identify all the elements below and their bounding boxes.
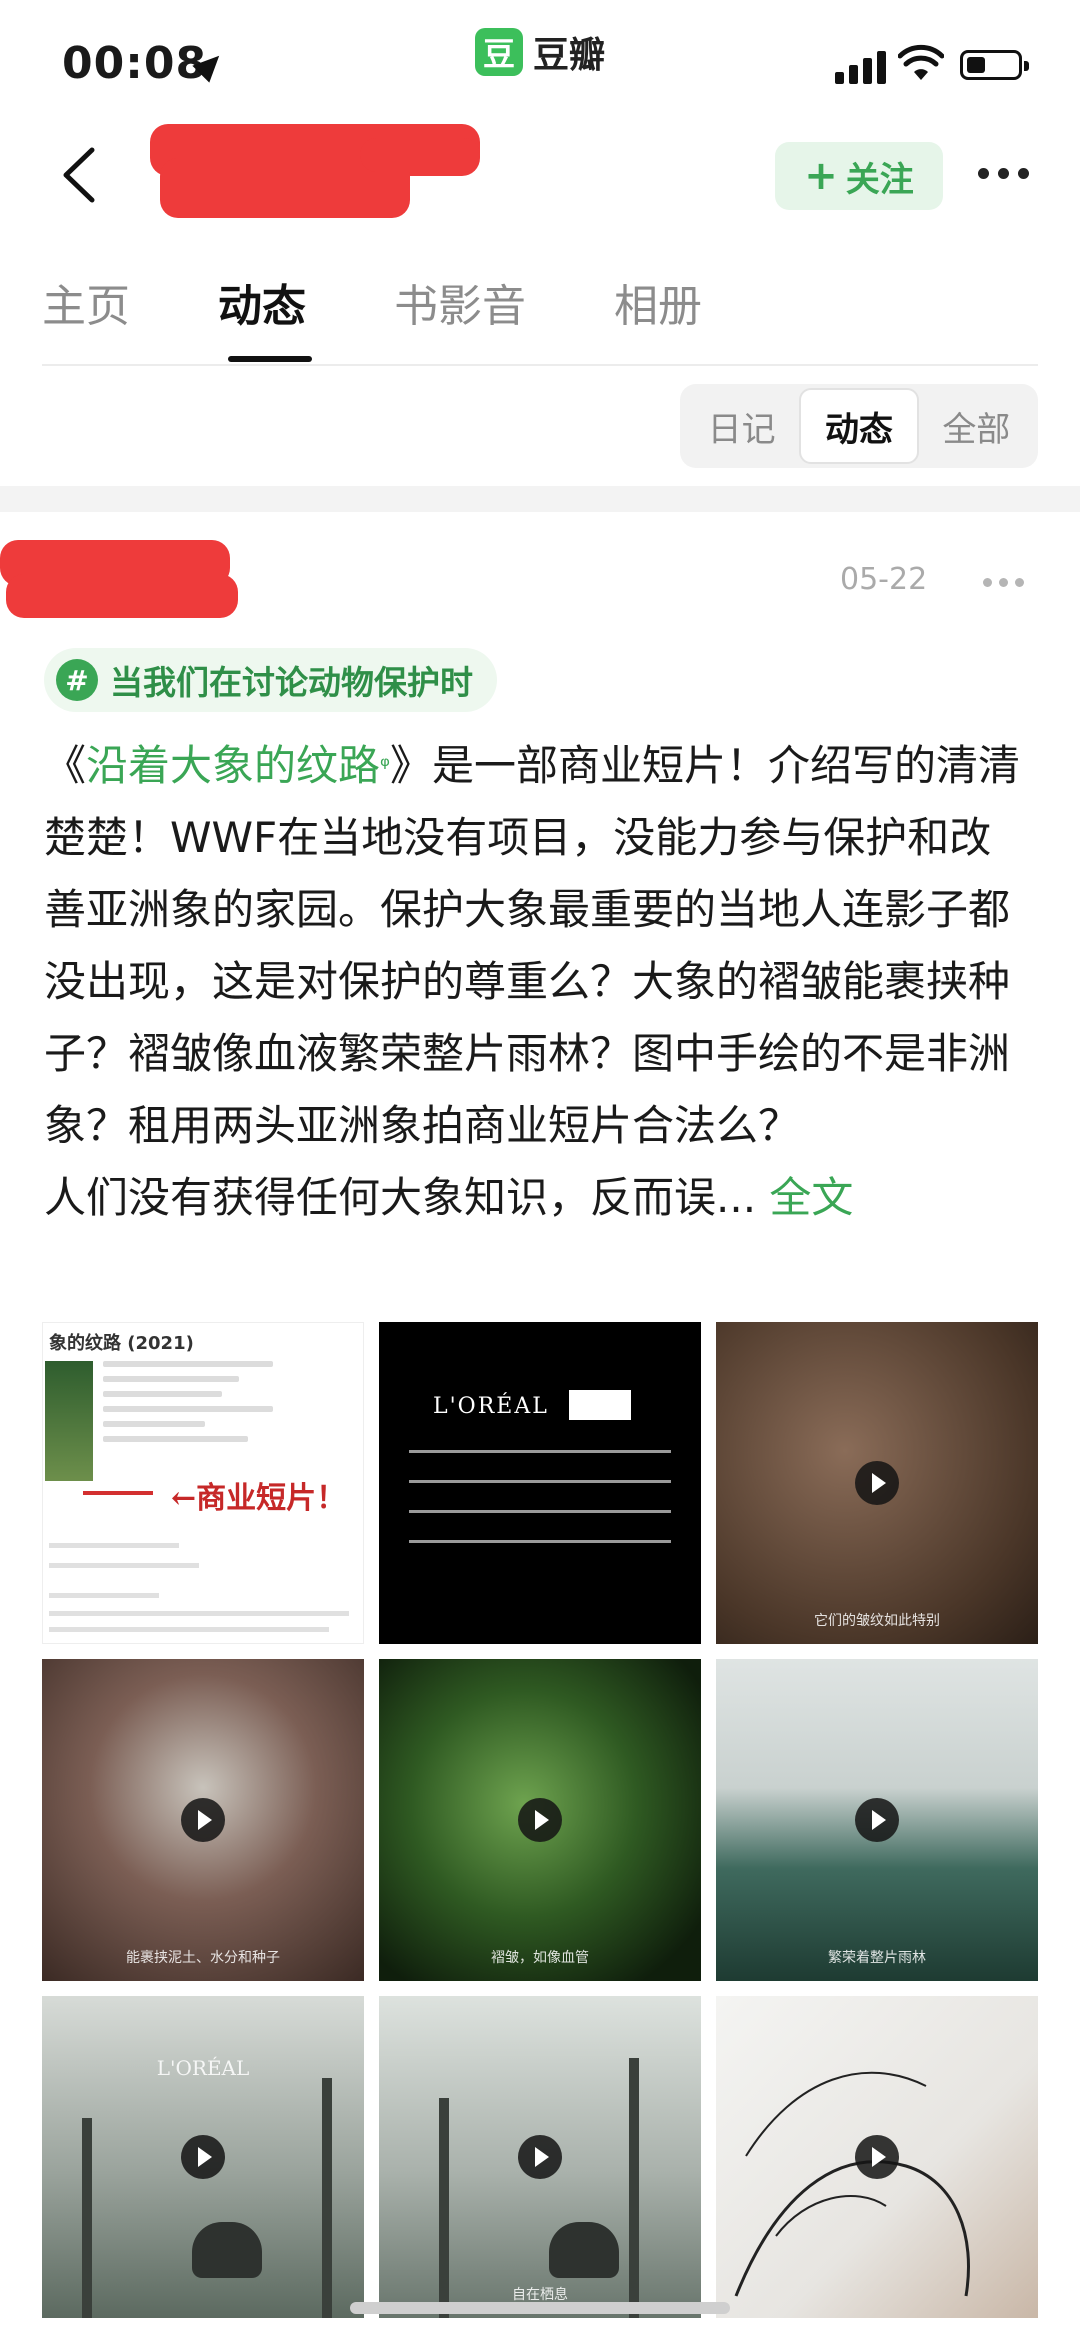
tab-album[interactable]: 相册 bbox=[614, 270, 702, 334]
tab-media[interactable]: 书影音 bbox=[394, 270, 526, 334]
status-bar: 00:08 豆 豆瓣 bbox=[0, 0, 1080, 130]
wwf-logo-icon bbox=[569, 1390, 631, 1420]
tree-silhouette bbox=[82, 2118, 92, 2318]
home-indicator[interactable] bbox=[350, 2302, 730, 2314]
image-tile-3[interactable]: 它们的皱纹如此特别 bbox=[716, 1322, 1038, 1644]
profile-tabs: 主页 动态 书影音 相册 bbox=[42, 270, 790, 334]
poster-thumbnail bbox=[45, 1361, 93, 1481]
status-time: 00:08 bbox=[62, 38, 208, 89]
expand-fulltext-link[interactable]: 全文 bbox=[769, 1173, 853, 1222]
image-tile-5[interactable]: 褶皱，如像血管 bbox=[379, 1659, 701, 1981]
tab-activity[interactable]: 动态 bbox=[218, 270, 306, 334]
video-caption: 繁荣着整片雨林 bbox=[828, 1950, 926, 1966]
commercial-short-annotation: ←商业短片！ bbox=[171, 1481, 347, 1516]
app-name: 豆瓣 bbox=[533, 35, 606, 76]
image-tile-4[interactable]: 能裹挟泥土、水分和种子 bbox=[42, 1659, 364, 1981]
post-body: 《沿着大象的纹路ᵠ》是一部商业短片！介绍写的清清楚楚！WWF在当地没有项目，没能… bbox=[44, 730, 1024, 1234]
follow-label: 关注 bbox=[845, 159, 914, 200]
video-caption: 它们的皱纹如此特别 bbox=[814, 1613, 940, 1629]
film-link[interactable]: 沿着大象的纹路 bbox=[86, 741, 380, 790]
plus-icon: + bbox=[804, 153, 838, 199]
play-icon bbox=[181, 2135, 225, 2179]
post-date: 05-22 bbox=[840, 562, 928, 597]
brand-logo: L'ORÉAL bbox=[433, 1394, 549, 1419]
brand-logo: L'ORÉAL bbox=[156, 2056, 250, 2080]
app-badge: 豆 豆瓣 bbox=[475, 26, 605, 78]
tab-home[interactable]: 主页 bbox=[42, 270, 130, 334]
play-icon bbox=[181, 1798, 225, 1842]
elephant-silhouette bbox=[192, 2222, 262, 2278]
hashtag-icon: # bbox=[56, 659, 98, 701]
activity-filter: 日记 动态 全部 bbox=[680, 384, 1038, 468]
post-text-body: 》是一部商业短片！介绍写的清清楚楚！WWF在当地没有项目，没能力参与保护和改善亚… bbox=[44, 741, 1021, 1150]
follow-button[interactable]: + 关注 bbox=[775, 142, 943, 210]
post-text-tail: 人们没有获得任何大象知识，反而误... bbox=[44, 1173, 770, 1222]
play-icon bbox=[855, 2135, 899, 2179]
video-caption: 自在栖息 bbox=[512, 2287, 568, 2303]
topic-label: 当我们在讨论动物保护时 bbox=[110, 663, 473, 702]
elephant-silhouette bbox=[549, 2222, 619, 2278]
tree-silhouette bbox=[629, 2058, 639, 2318]
more-dots-icon[interactable] bbox=[978, 168, 1029, 179]
image-tile-1[interactable]: 象的纹路 (2021) ←商业短片！ bbox=[42, 1322, 364, 1644]
tree-silhouette bbox=[322, 2078, 332, 2318]
section-divider bbox=[0, 486, 1080, 512]
image-tile-9[interactable] bbox=[716, 1996, 1038, 2318]
play-icon bbox=[855, 1461, 899, 1505]
doc-title: 象的纹路 (2021) bbox=[49, 1333, 194, 1354]
post-more-icon[interactable] bbox=[983, 578, 1024, 587]
video-caption: 褶皱，如像血管 bbox=[491, 1950, 589, 1966]
topic-tag[interactable]: # 当我们在讨论动物保护时 bbox=[44, 648, 497, 712]
filter-activity[interactable]: 动态 bbox=[799, 388, 919, 464]
play-icon bbox=[518, 1798, 562, 1842]
signal-icon bbox=[835, 48, 886, 84]
active-tab-indicator bbox=[228, 356, 312, 362]
doc-info-lines bbox=[103, 1361, 273, 1451]
post-image-grid: 象的纹路 (2021) ←商业短片！ L'ORÉAL 它们的皱纹如此特别 能裹挟… bbox=[42, 1322, 1038, 2318]
play-icon bbox=[855, 1798, 899, 1842]
back-chevron-icon[interactable] bbox=[52, 140, 112, 210]
image-tile-2[interactable]: L'ORÉAL bbox=[379, 1322, 701, 1644]
tabs-divider bbox=[42, 364, 1038, 366]
battery-icon bbox=[960, 50, 1029, 80]
image-tile-6[interactable]: 繁荣着整片雨林 bbox=[716, 1659, 1038, 1981]
wifi-icon bbox=[898, 44, 944, 80]
filter-all[interactable]: 全部 bbox=[919, 388, 1034, 464]
app-logo-icon: 豆 bbox=[475, 28, 523, 76]
search-mark-icon: ᵠ bbox=[380, 752, 391, 780]
image-tile-7[interactable]: L'ORÉAL bbox=[42, 1996, 364, 2318]
filter-diary[interactable]: 日记 bbox=[684, 388, 799, 464]
red-arrow bbox=[83, 1491, 153, 1495]
play-icon bbox=[518, 2135, 562, 2179]
post-text-open: 《 bbox=[44, 741, 87, 790]
image-tile-8[interactable]: 自在栖息 bbox=[379, 1996, 701, 2318]
video-caption: 能裹挟泥土、水分和种子 bbox=[126, 1950, 280, 1966]
